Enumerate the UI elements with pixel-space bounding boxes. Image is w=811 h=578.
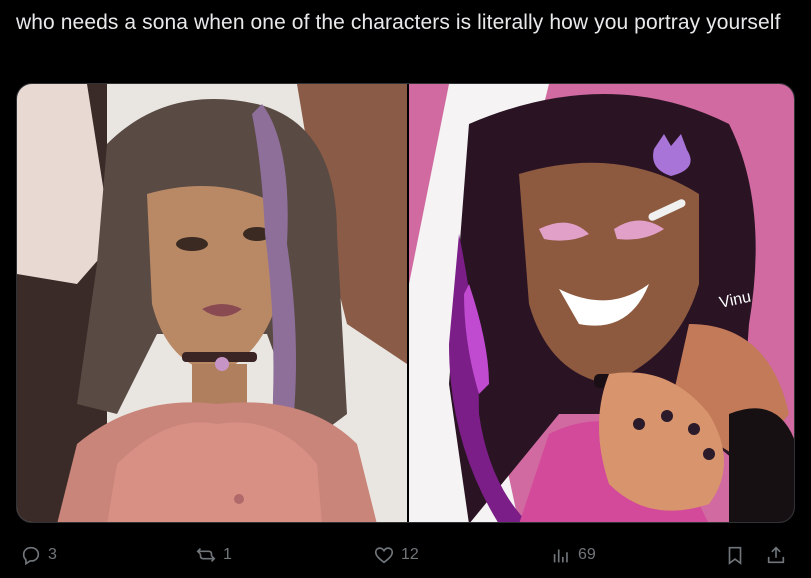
reply-icon [22, 546, 40, 566]
views-button[interactable]: 69 [550, 540, 596, 570]
share-icon [767, 546, 785, 564]
like-count: 12 [401, 546, 419, 563]
media-image-right[interactable]: Vinu [409, 84, 794, 522]
bookmark-button[interactable] [724, 540, 746, 570]
retweet-count: 1 [223, 546, 232, 563]
views-icon [553, 549, 568, 563]
views-count: 69 [578, 546, 596, 563]
retweet-button[interactable]: 1 [195, 540, 232, 570]
retweet-icon [196, 547, 216, 563]
like-button[interactable]: 12 [373, 540, 419, 570]
post-actions: 3 1 12 69 [0, 540, 811, 570]
bookmark-icon [728, 546, 742, 565]
reply-count: 3 [48, 546, 57, 563]
post-media[interactable]: Vinu [16, 83, 795, 523]
share-button[interactable] [765, 540, 787, 570]
post-text: who needs a sona when one of the charact… [16, 11, 781, 34]
reply-button[interactable]: 3 [20, 540, 57, 570]
like-icon [374, 547, 394, 564]
media-image-left[interactable] [17, 84, 407, 522]
